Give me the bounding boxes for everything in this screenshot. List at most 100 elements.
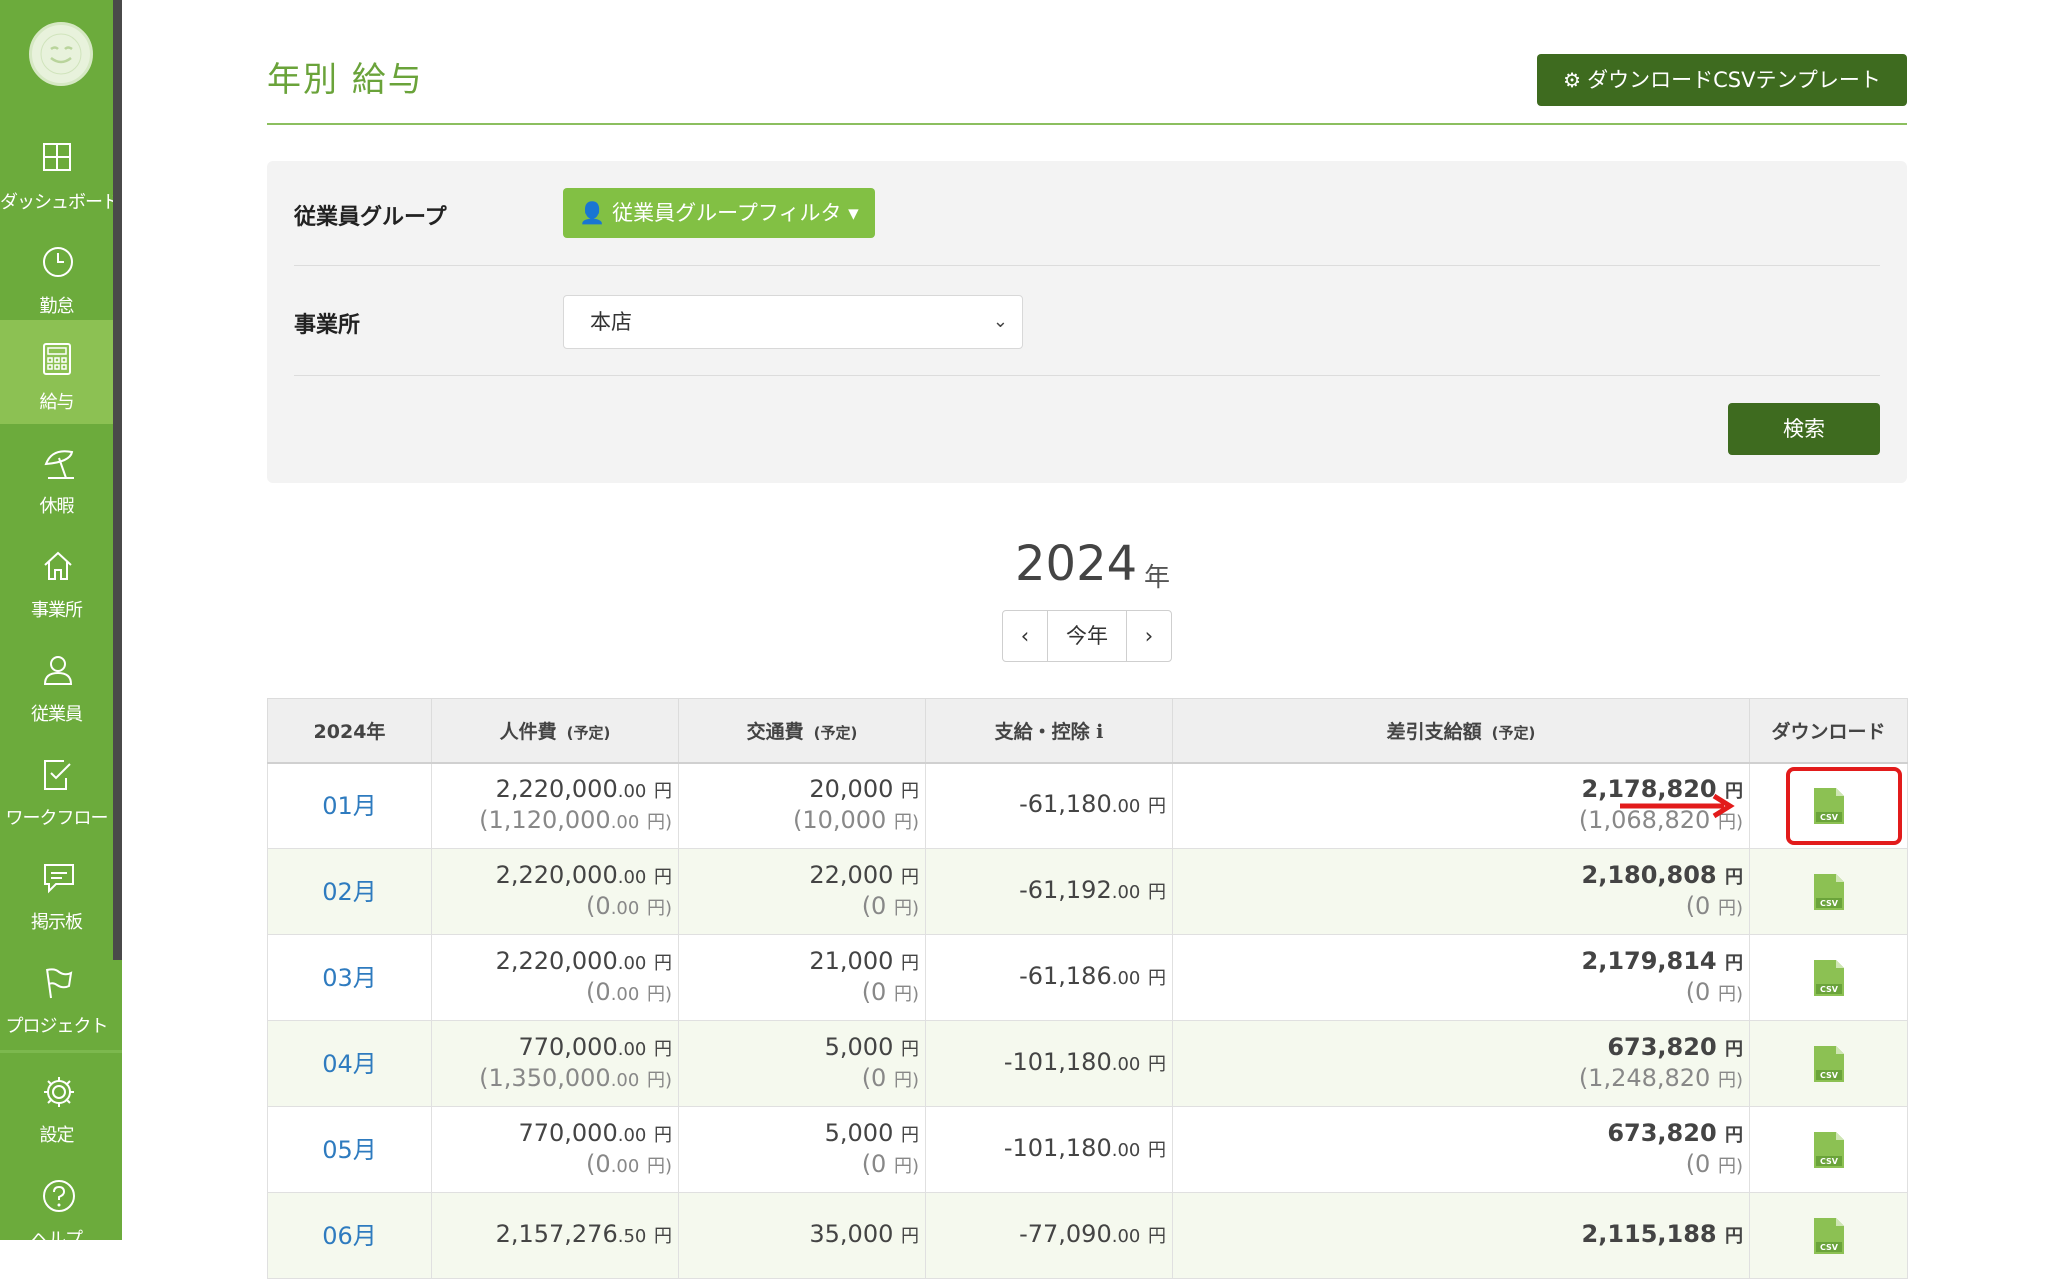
office-select[interactable]: 本店 ⌄	[563, 295, 1023, 349]
transport-cell: 5,000 円 (0 円)	[678, 1106, 926, 1193]
chevron-down-icon: ⌄	[992, 311, 1008, 332]
transport-cell: 21,000 円 (0 円)	[678, 934, 926, 1021]
header-labor-cost: 人件費 (予定)	[431, 698, 679, 764]
payment-deduction-cell: -61,180.00 円	[925, 762, 1173, 849]
table-row: 02月 2,220,000.00 円 (0.00 円) 22,000 円 (0 円) -6…	[267, 848, 1908, 935]
month-link[interactable]: 05月	[267, 1106, 432, 1193]
net-payment-cell: 2,180,808 円 (0 円)	[1172, 848, 1750, 935]
payment-deduction-cell: -61,192.00 円	[925, 848, 1173, 935]
transport-cell: 35,000 円	[678, 1192, 926, 1279]
csv-download-icon[interactable]: CSV	[1812, 1044, 1846, 1084]
month-link[interactable]: 06月	[267, 1192, 432, 1279]
svg-text:CSV: CSV	[1820, 1071, 1839, 1080]
net-payment-cell: 2,115,188 円	[1172, 1192, 1750, 1279]
sidebar-item-label: 従業員	[31, 704, 83, 725]
previous-year-button[interactable]: ‹	[1003, 611, 1047, 661]
download-csv-template-label: ダウンロードCSVテンプレート	[1587, 68, 1881, 92]
download-cell: CSV	[1749, 848, 1908, 935]
sidebar-item-office[interactable]: 事業所	[0, 528, 113, 632]
labor-cost-cell: 770,000.00 円 (0.00 円)	[431, 1106, 679, 1193]
header-net-payment: 差引支給額 (予定)	[1172, 698, 1750, 764]
download-cell: CSV	[1749, 1192, 1908, 1279]
employee-group-label: 従業員グループ	[294, 205, 447, 230]
labor-cost-cell: 2,220,000.00 円 (1,120,000.00 円)	[431, 762, 679, 849]
sidebar-item-label: 掲示板	[31, 912, 83, 933]
help-icon	[43, 1180, 75, 1212]
sidebar-item-label: 勤怠	[39, 296, 75, 317]
month-link[interactable]: 03月	[267, 934, 432, 1021]
sidebar-item-workflow[interactable]: ワークフロー	[0, 736, 113, 840]
table-row: 06月 2,157,276.50 円 35,000 円 -77,090.00 円 2,1…	[267, 1192, 1908, 1279]
sidebar-bottom: 設定 ヘルプ	[0, 1050, 122, 1250]
payment-deduction-cell: -61,186.00 円	[925, 934, 1173, 1021]
net-payment-cell: 673,820 円 (1,248,820 円)	[1172, 1020, 1750, 1107]
csv-download-icon[interactable]: CSV	[1812, 958, 1846, 998]
office-select-value: 本店	[590, 310, 632, 334]
sidebar-item-label: プロジェクト	[5, 1016, 109, 1037]
sidebar-item-payroll[interactable]: 給与	[0, 320, 113, 424]
table-row: 03月 2,220,000.00 円 (0.00 円) 21,000 円 (0 円) -6…	[267, 934, 1908, 1021]
filter-divider	[294, 265, 1880, 266]
payment-deduction-cell: -77,090.00 円	[925, 1192, 1173, 1279]
office-label: 事業所	[294, 313, 361, 338]
sidebar-item-label: 事業所	[31, 600, 83, 621]
sidebar-item-board[interactable]: 掲示板	[0, 840, 113, 944]
sidebar-item-leave[interactable]: 休暇	[0, 424, 113, 528]
net-payment-cell: 2,179,814 円 (0 円)	[1172, 934, 1750, 1021]
transport-cell: 20,000 円 (10,000 円)	[678, 762, 926, 849]
filter-panel: 従業員グループ 👤 従業員グループフィルタ ▾ 事業所 本店 ⌄ 検索	[267, 161, 1907, 483]
labor-cost-cell: 770,000.00 円 (1,350,000.00 円)	[431, 1020, 679, 1107]
year-display: 2024	[1015, 536, 1138, 592]
download-csv-template-button[interactable]: ⚙ ダウンロードCSVテンプレート	[1537, 54, 1907, 106]
sidebar-scrollbar[interactable]	[113, 0, 122, 960]
transport-cell: 22,000 円 (0 円)	[678, 848, 926, 935]
sidebar-item-label: 給与	[39, 392, 75, 413]
home-icon	[44, 551, 72, 580]
sidebar-item-attendance[interactable]: 勤怠	[0, 224, 113, 328]
logo[interactable]	[29, 22, 93, 86]
svg-text:CSV: CSV	[1820, 899, 1839, 908]
csv-download-icon[interactable]: CSV	[1812, 1216, 1846, 1256]
employee-group-filter-label: 従業員グループフィルタ	[612, 201, 842, 225]
sidebar-item-label: ワークフロー	[5, 808, 109, 829]
download-cell: CSV	[1749, 1020, 1908, 1107]
table-row: 05月 770,000.00 円 (0.00 円) 5,000 円 (0 円) -101,…	[267, 1106, 1908, 1193]
month-link[interactable]: 02月	[267, 848, 432, 935]
month-link[interactable]: 04月	[267, 1020, 432, 1107]
next-year-button[interactable]: ›	[1127, 611, 1171, 661]
table-row: 04月 770,000.00 円 (1,350,000.00 円) 5,000 円 (0…	[267, 1020, 1908, 1107]
sidebar-item-project[interactable]: プロジェクト	[0, 944, 113, 1048]
csv-download-icon[interactable]: CSV	[1812, 872, 1846, 912]
clock-icon	[43, 247, 73, 277]
gear-icon	[44, 1077, 74, 1107]
csv-download-icon[interactable]: CSV	[1812, 1130, 1846, 1170]
table-header-row: 2024年 人件費 (予定) 交通費 (予定) 支給・控除 ℹ 差引支給額 (予定) …	[267, 698, 1908, 764]
dashboard-icon	[43, 143, 71, 171]
info-icon[interactable]: ℹ	[1096, 721, 1103, 743]
smiley-logo-icon	[40, 33, 82, 75]
sidebar-item-dashboard[interactable]: ダッシュボード	[0, 120, 120, 224]
sidebar-item-label: ダッシュボード	[0, 192, 120, 213]
payment-deduction-cell: -101,180.00 円	[925, 1106, 1173, 1193]
labor-cost-cell: 2,220,000.00 円 (0.00 円)	[431, 934, 679, 1021]
search-button[interactable]: 検索	[1728, 403, 1880, 455]
highlight-box	[1786, 767, 1902, 845]
sidebar-item-employees[interactable]: 従業員	[0, 632, 113, 736]
this-year-button[interactable]: 今年	[1047, 611, 1127, 661]
filter-divider	[294, 375, 1880, 376]
red-arrow-icon	[1620, 793, 1735, 819]
employee-group-filter-button[interactable]: 👤 従業員グループフィルタ ▾	[563, 188, 875, 238]
month-link[interactable]: 01月	[267, 762, 432, 849]
download-cell: CSV	[1749, 1106, 1908, 1193]
download-cell: CSV	[1749, 934, 1908, 1021]
sidebar-item-help[interactable]: ヘルプ	[0, 1157, 113, 1261]
checklist-icon	[44, 760, 71, 790]
gear-icon: ⚙	[1563, 68, 1582, 92]
svg-text:CSV: CSV	[1820, 1243, 1839, 1252]
calculator-icon	[43, 343, 71, 375]
person-icon	[43, 656, 73, 685]
payment-deduction-cell: -101,180.00 円	[925, 1020, 1173, 1107]
sidebar-item-settings[interactable]: 設定	[0, 1053, 113, 1157]
header-year: 2024年	[267, 698, 432, 764]
labor-cost-cell: 2,157,276.50 円	[431, 1192, 679, 1279]
